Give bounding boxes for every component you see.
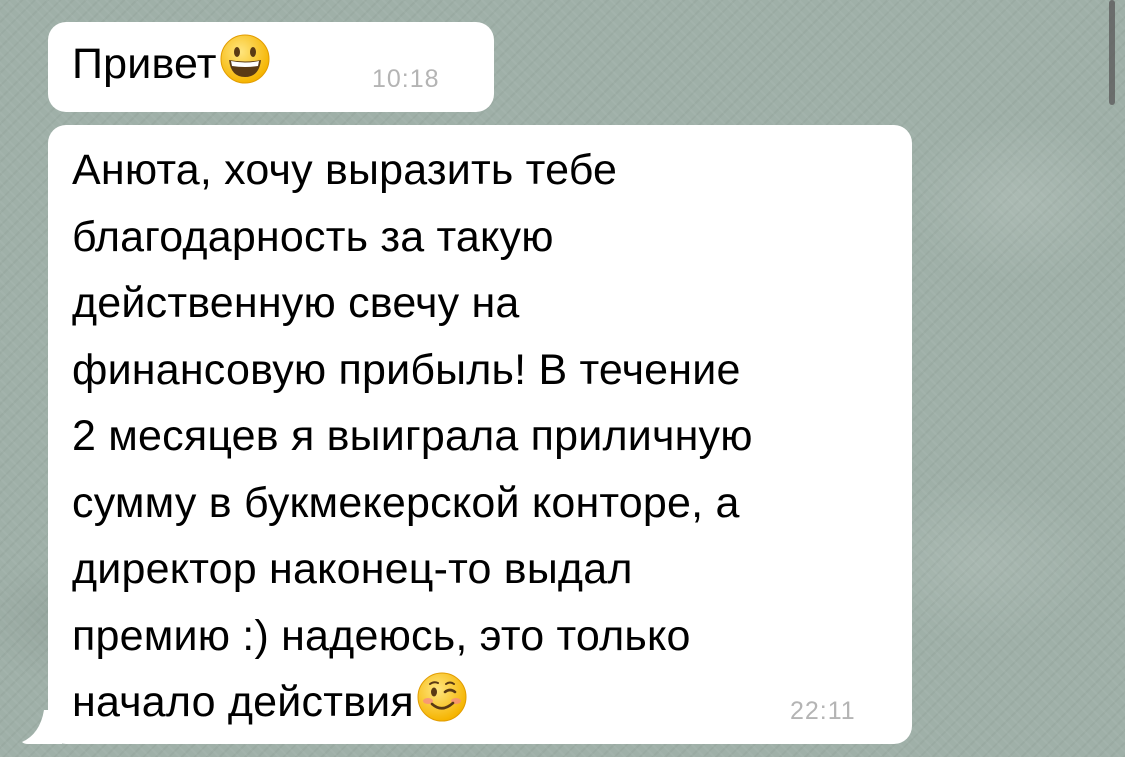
message-line: финансовую прибыль! В течение: [72, 345, 741, 394]
message-line: 2 месяцев я выиграла приличную: [72, 412, 753, 460]
winking-face-emoji-icon: [417, 672, 467, 722]
message-line: начало действия: [72, 678, 414, 726]
message-line: премию :) надеюсь, это только: [72, 611, 691, 660]
scrollbar[interactable]: [1109, 0, 1115, 105]
message-line: сумму в букмекерской конторе, а: [72, 478, 740, 527]
message-text: Привет: [72, 31, 271, 98]
message-line: Анюта, хочу выразить тебе: [72, 146, 618, 194]
message-bubble[interactable]: Привет 10:18: [48, 22, 494, 112]
grinning-face-emoji-icon: [220, 34, 270, 84]
message-time: 22:11: [790, 697, 856, 725]
message-line: директор наконец-то выдал: [72, 545, 633, 593]
message-text-content: Привет: [72, 40, 217, 88]
message-line: благодарность за такую: [72, 212, 554, 261]
bubble-tail: [22, 710, 62, 744]
message-time: 10:18: [372, 65, 440, 93]
message-line: действенную свечу на: [72, 279, 520, 327]
message-bubble[interactable]: Анюта, хочу выразить тебе благодарность …: [22, 125, 912, 744]
message-text: Анюта, хочу выразить тебе благодарность …: [72, 137, 892, 736]
